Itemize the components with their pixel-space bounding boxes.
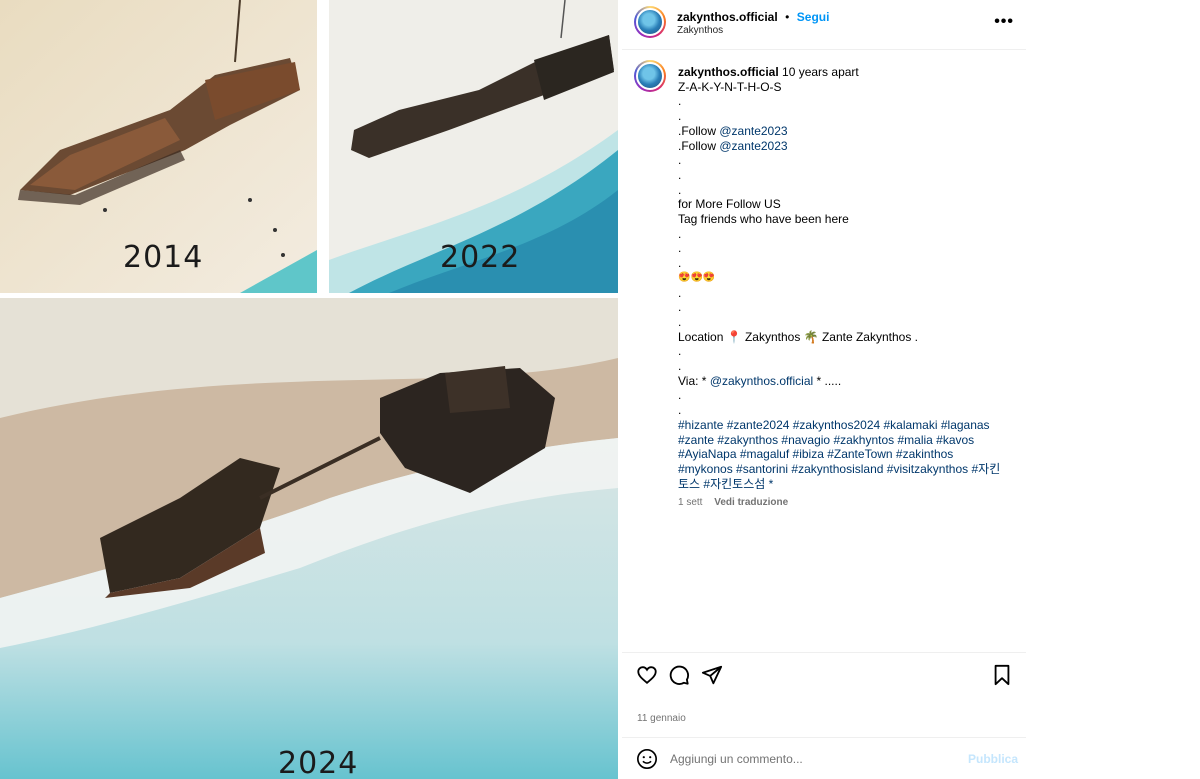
more-horizontal-icon[interactable]: ••• [994, 13, 1014, 31]
photo-2014: 2014 [0, 0, 317, 293]
caption-line: . [678, 314, 682, 329]
comment-bar: Aggiungi un commento... Pubblica [622, 737, 1026, 779]
year-label-2022: 2022 [440, 240, 521, 275]
follow-button[interactable]: Segui [797, 10, 830, 24]
caption-line: . [678, 285, 682, 300]
hashtag-line[interactable]: #AyiaNapa #magaluf #ibiza #ZanteTown #za… [678, 447, 1008, 462]
post-image-collage[interactable]: 2014 2022 2024 [0, 0, 622, 779]
translate-button[interactable]: Vedi traduzione [714, 497, 788, 508]
header-separator: • [785, 10, 790, 24]
caption-line: . [678, 388, 682, 403]
action-bar [622, 652, 1026, 696]
caption-line: . [678, 226, 682, 241]
emoji-icon[interactable] [636, 748, 658, 770]
hashtag-line[interactable]: #mykonos #santorini #zakynthosisland #vi… [678, 462, 1008, 477]
shipwreck-2024-image [0, 298, 618, 779]
post-caption: zakynthos.official 10 years apart Z-A-K-… [678, 65, 1008, 491]
photo-2024: 2024 [0, 298, 618, 779]
author-avatar[interactable] [634, 6, 666, 38]
photo-2022: 2022 [329, 0, 618, 293]
caption-line: Z-A-K-Y-N-T-H-O-S [678, 79, 782, 94]
caption-line: . [678, 300, 682, 315]
post-date: 11 gennaio [637, 713, 686, 724]
send-icon[interactable] [701, 664, 723, 686]
hashtag-line[interactable]: #hizante #zante2024 #zakynthos2024 #kala… [678, 418, 1008, 433]
comment-input[interactable]: Aggiungi un commento... [670, 752, 950, 766]
caption-emoji-line: 😍😍😍 [678, 271, 716, 283]
instagram-post-view: 2014 2022 2024 zakynthos.official • Segu… [0, 0, 1200, 779]
caption-line: . [678, 182, 682, 197]
hashtag-line[interactable]: #zante #zakynthos #navagio #zakhyntos #m… [678, 433, 1008, 448]
year-label-2024: 2024 [278, 746, 359, 779]
post-comment-button[interactable]: Pubblica [968, 752, 1018, 766]
caption-line: . [678, 167, 682, 182]
post-age: 1 sett [678, 497, 703, 508]
year-label-2014: 2014 [123, 240, 204, 275]
caption-line: .Follow [678, 138, 720, 153]
comment-icon[interactable] [668, 664, 690, 686]
caption-line: Via: * [678, 373, 710, 388]
caption-line: . [678, 94, 682, 109]
heart-icon[interactable] [636, 664, 658, 686]
post-header: zakynthos.official • Segui Zakynthos ••• [622, 0, 1026, 50]
caption-line: . [678, 153, 682, 168]
caption-line: * ..... [813, 373, 842, 388]
author-username[interactable]: zakynthos.official [677, 10, 778, 24]
caption-line: for More Follow US [678, 197, 781, 212]
caption-line: . [678, 241, 682, 256]
caption-line: 10 years apart [782, 65, 859, 79]
caption-line: . [678, 344, 682, 359]
mention-link[interactable]: @zakynthos.official [710, 374, 813, 388]
caption-line: . [678, 403, 682, 418]
post-details-panel: zakynthos.official • Segui Zakynthos •••… [622, 0, 1026, 779]
caption-line: Tag friends who have been here [678, 212, 849, 227]
hashtag-line[interactable]: 토스 #자킨토스섬 * [678, 477, 1008, 492]
bookmark-icon[interactable] [992, 664, 1012, 686]
caption-meta: 1 sett Vedi traduzione [678, 497, 797, 508]
caption-line: . [678, 359, 682, 374]
caption-line: . [678, 256, 682, 271]
mention-link[interactable]: @zante2023 [719, 124, 787, 138]
caption-location-line: Location 📍 Zakynthos 🌴 Zante Zakynthos . [678, 329, 918, 344]
caption-username[interactable]: zakynthos.official [678, 65, 779, 79]
caption-line: . [678, 109, 682, 124]
caption-line: .Follow [678, 123, 720, 138]
post-location[interactable]: Zakynthos [677, 25, 723, 36]
mention-link[interactable]: @zante2023 [719, 139, 787, 153]
caption-author-avatar[interactable] [634, 60, 666, 92]
